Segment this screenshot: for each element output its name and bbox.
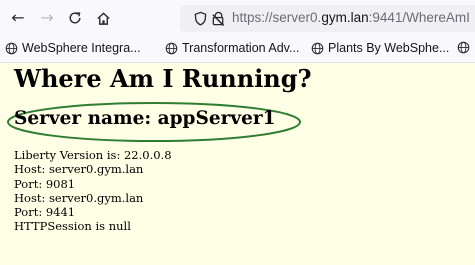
- arrow-right-icon: →: [40, 8, 54, 27]
- home-icon: [96, 11, 110, 25]
- reload-button[interactable]: [64, 7, 86, 29]
- bookmark-plants-by-websphere[interactable]: Plants By WebSphe...: [311, 41, 449, 55]
- browser-toolbar: ← → https://server0.gym.lan:9441/WhereAm…: [0, 0, 475, 36]
- globe-icon: [5, 42, 18, 54]
- url-host-domain: gym.lan: [321, 10, 369, 25]
- http-session-line: HTTPSession is null: [14, 219, 131, 234]
- bookmark-label: WebSphere Integra...: [22, 41, 141, 55]
- liberty-version-line: Liberty Version is: 22.0.0.8: [14, 148, 172, 162]
- page-title: Where Am I Running?: [14, 64, 312, 93]
- shield-icon[interactable]: [193, 11, 208, 26]
- url-text[interactable]: https://server0.gym.lan:9441/WhereAmI: [232, 10, 470, 25]
- url-host-prefix: server0.: [272, 10, 322, 25]
- https-host-line: Host: server0.gym.lan: [14, 190, 144, 205]
- globe-icon: [165, 42, 178, 54]
- server-info: Liberty Version is: 22.0.0.8 Host: serve…: [14, 148, 172, 234]
- bookmark-transformation-advisor[interactable]: Transformation Adv...: [165, 41, 299, 55]
- page-content: Where Am I Running? Server name: appServ…: [0, 63, 475, 265]
- url-bar[interactable]: https://server0.gym.lan:9441/WhereAmI: [180, 5, 475, 32]
- reload-icon: [69, 12, 81, 24]
- globe-icon: [311, 42, 324, 54]
- bookmarks-toolbar: WebSphere Integra... Transformation Adv.…: [0, 36, 475, 63]
- url-scheme: https://: [232, 10, 273, 25]
- globe-icon: [457, 41, 470, 54]
- lock-warning-icon[interactable]: [211, 11, 226, 26]
- http-port-line: Port: 9081: [14, 176, 76, 191]
- bookmark-websphere-integration[interactable]: WebSphere Integra...: [5, 41, 141, 55]
- home-button[interactable]: [92, 7, 114, 29]
- bookmark-label: Transformation Adv...: [182, 41, 300, 55]
- https-port-line: Port: 9441: [14, 205, 76, 220]
- back-button[interactable]: ←: [7, 7, 29, 29]
- bookmark-label: Plants By WebSphe...: [328, 41, 450, 55]
- arrow-left-icon: ←: [11, 8, 25, 27]
- http-host-line: Host: server0.gym.lan: [14, 162, 144, 177]
- bookmark-overflow[interactable]: [457, 41, 474, 54]
- server-name-heading: Server name: appServer1: [14, 108, 276, 129]
- url-port-path: :9441/WhereAmI: [368, 10, 470, 25]
- forward-button[interactable]: →: [36, 7, 58, 29]
